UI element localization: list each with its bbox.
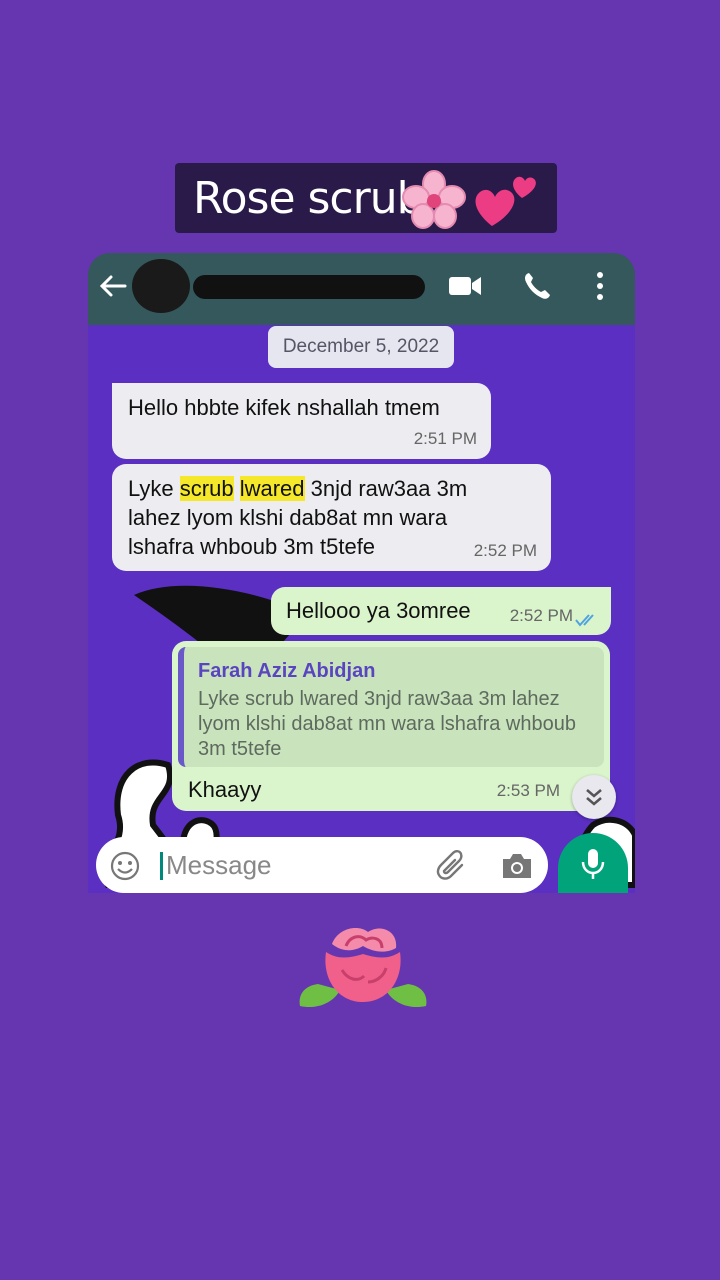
message-input[interactable] (164, 849, 418, 882)
mic-icon (581, 849, 605, 879)
attach-icon[interactable] (436, 849, 468, 883)
message-text-part: Lyke (128, 476, 180, 501)
scroll-down-button[interactable] (572, 775, 616, 819)
emoji-icon[interactable] (110, 851, 140, 881)
message-text: Hellooo ya 3omree (286, 598, 471, 623)
contact-avatar[interactable] (132, 259, 190, 313)
title-text: Rose scrub (193, 172, 425, 224)
message-bubble-incoming[interactable]: Lyke scrub lwared 3njd raw3aa 3m lahez l… (112, 464, 551, 571)
back-arrow-icon[interactable] (98, 271, 128, 301)
message-time: 2:53 PM (496, 781, 560, 800)
read-ticks-icon (575, 614, 594, 627)
message-text: Lyke scrub lwared 3njd raw3aa 3m lahez l… (128, 474, 518, 561)
message-time: 2:52 PM (509, 606, 573, 625)
camera-icon[interactable] (500, 851, 534, 881)
message-bubble-outgoing[interactable]: Hellooo ya 3omree 2:52 PM (271, 587, 611, 635)
chat-window: December 5, 2022 Hello hbbte kifek nshal… (88, 253, 635, 893)
quoted-author: Farah Aziz Abidjan (198, 660, 376, 682)
video-call-icon[interactable] (448, 273, 482, 299)
chevron-down-icon (586, 789, 602, 806)
message-time: 2:52 PM (473, 541, 537, 560)
quoted-text: Lyke scrub lwared 3njd raw3aa 3m lahez l… (198, 688, 576, 760)
message-time: 2:51 PM (413, 429, 477, 448)
more-options-icon[interactable] (590, 269, 610, 303)
text-caret (160, 852, 163, 880)
chat-header (88, 253, 635, 325)
rose-icon (299, 928, 427, 1008)
message-input-bar (96, 837, 548, 893)
highlighted-word: scrub (179, 476, 234, 501)
message-text: Khaayy (188, 777, 262, 802)
quoted-message[interactable]: Farah Aziz Abidjan Lyke scrub lwared 3nj… (178, 647, 604, 767)
message-text: Hello hbbte kifek nshallah tmem (128, 395, 440, 420)
message-text-part (234, 476, 240, 501)
cherry-blossom-icon (402, 170, 466, 229)
phone-icon[interactable] (522, 271, 552, 301)
message-bubble-outgoing[interactable]: Farah Aziz Abidjan Lyke scrub lwared 3nj… (172, 641, 610, 811)
two-hearts-icon (475, 176, 536, 226)
date-chip: December 5, 2022 (268, 326, 454, 368)
highlighted-word: lwared (239, 476, 305, 501)
message-bubble-incoming[interactable]: Hello hbbte kifek nshallah tmem 2:51 PM (112, 383, 491, 459)
contact-name-redacted[interactable] (193, 275, 425, 299)
